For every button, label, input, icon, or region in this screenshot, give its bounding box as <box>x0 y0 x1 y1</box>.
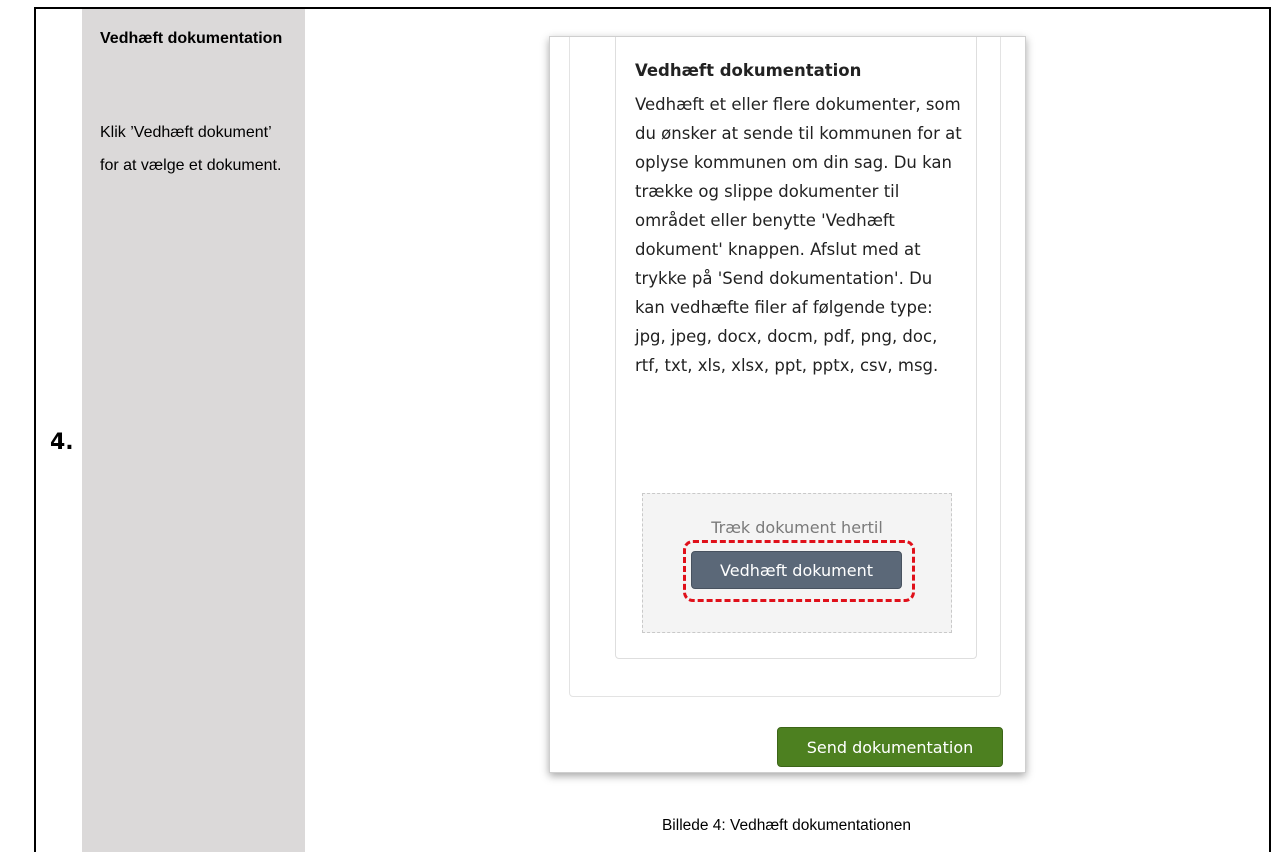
attach-document-button[interactable]: Vedhæft dokument <box>691 551 902 589</box>
instruction-text: Klik ’Vedhæft dokument’ for at vælge et … <box>100 124 282 174</box>
panel-description: Vedhæft et eller flere dokumenter, som d… <box>635 95 962 375</box>
figure-caption: Billede 4: Vedhæft dokumentationen <box>661 817 912 834</box>
send-documentation-button[interactable]: Send dokumentation <box>777 727 1003 767</box>
screenshot-panel: Vedhæft dokumentation Vedhæft et eller f… <box>549 36 1026 773</box>
drop-zone-hint: Træk dokument hertil <box>711 518 883 537</box>
step-number: 4. <box>50 430 74 455</box>
panel-heading: Vedhæft dokumentation <box>635 61 862 80</box>
instruction-title: Vedhæft dokumentation <box>100 30 283 47</box>
